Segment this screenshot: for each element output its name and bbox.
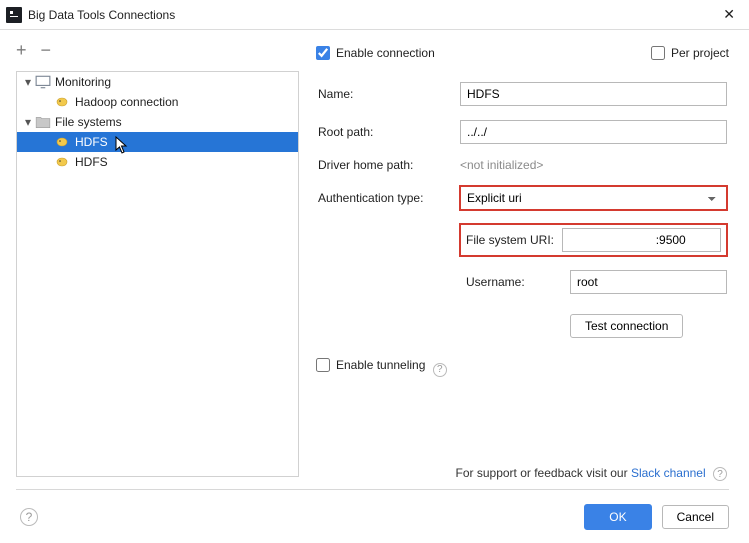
enable-tunneling-input[interactable] xyxy=(316,358,330,372)
username-label: Username: xyxy=(466,275,562,289)
tree-label: Hadoop connection xyxy=(75,95,178,109)
folder-icon xyxy=(35,114,51,130)
enable-tunneling-checkbox[interactable]: Enable tunneling xyxy=(316,358,425,372)
tree-node-hdfs-1[interactable]: HDFS xyxy=(17,132,298,152)
footer: ? OK Cancel xyxy=(0,490,749,543)
per-project-input[interactable] xyxy=(651,46,665,60)
close-icon[interactable]: ✕ xyxy=(715,4,743,25)
driver-home-label: Driver home path: xyxy=(318,158,413,172)
tree-label: File systems xyxy=(55,115,122,129)
expand-icon[interactable]: ▾ xyxy=(21,75,35,89)
connections-tree[interactable]: ▾ Monitoring Hadoop connection ▾ File sy… xyxy=(16,71,299,477)
enable-connection-label: Enable connection xyxy=(336,46,435,60)
fs-uri-field[interactable] xyxy=(562,228,721,252)
root-path-label: Root path: xyxy=(318,125,373,139)
expand-icon[interactable]: ▾ xyxy=(21,115,35,129)
enable-tunneling-label: Enable tunneling xyxy=(336,358,425,372)
enable-connection-checkbox[interactable]: Enable connection xyxy=(316,46,435,60)
username-field[interactable] xyxy=(570,270,727,294)
tree-node-hdfs-2[interactable]: HDFS xyxy=(17,152,298,172)
auth-type-label: Authentication type: xyxy=(318,191,423,205)
tree-label: HDFS xyxy=(75,155,108,169)
slack-link[interactable]: Slack channel xyxy=(631,466,706,480)
per-project-label: Per project xyxy=(671,46,729,60)
auth-type-select[interactable]: Explicit uri xyxy=(460,186,727,210)
tree-node-file-systems[interactable]: ▾ File systems xyxy=(17,112,298,132)
tree-label: HDFS xyxy=(75,135,108,149)
help-icon[interactable]: ? xyxy=(433,363,447,377)
help-icon[interactable]: ? xyxy=(713,467,727,481)
hadoop-icon xyxy=(55,134,71,150)
support-line: For support or feedback visit our Slack … xyxy=(316,466,729,490)
root-path-field[interactable] xyxy=(460,120,727,144)
tree-label: Monitoring xyxy=(55,75,111,89)
remove-button[interactable]: − xyxy=(41,40,52,61)
right-pane: Enable connection Per project Name: Root… xyxy=(300,30,749,489)
test-connection-button[interactable]: Test connection xyxy=(570,314,683,338)
hadoop-icon xyxy=(55,94,71,110)
driver-home-value: <not initialized> xyxy=(460,158,543,172)
form-table: Name: Root path: Driver home path: <not … xyxy=(316,74,729,352)
ok-button[interactable]: OK xyxy=(584,504,651,530)
per-project-checkbox[interactable]: Per project xyxy=(651,46,729,60)
left-pane: + − ▾ Monitoring Hadoop connection ▾ Fil… xyxy=(0,30,300,489)
app-icon xyxy=(6,7,22,23)
name-label: Name: xyxy=(318,87,353,101)
help-icon[interactable]: ? xyxy=(20,508,38,526)
tree-toolbar: + − xyxy=(0,30,299,65)
titlebar: Big Data Tools Connections ✕ xyxy=(0,0,749,30)
window-title: Big Data Tools Connections xyxy=(28,8,175,22)
cancel-button[interactable]: Cancel xyxy=(662,505,729,529)
tree-node-hadoop-connection[interactable]: Hadoop connection xyxy=(17,92,298,112)
dialog-body: + − ▾ Monitoring Hadoop connection ▾ Fil… xyxy=(0,30,749,489)
fs-uri-label: File system URI: xyxy=(466,233,554,247)
hadoop-icon xyxy=(55,154,71,170)
tree-node-monitoring[interactable]: ▾ Monitoring xyxy=(17,72,298,92)
add-button[interactable]: + xyxy=(16,40,27,61)
name-field[interactable] xyxy=(460,82,727,106)
monitor-icon xyxy=(35,74,51,90)
support-prefix: For support or feedback visit our xyxy=(456,466,631,480)
enable-connection-input[interactable] xyxy=(316,46,330,60)
